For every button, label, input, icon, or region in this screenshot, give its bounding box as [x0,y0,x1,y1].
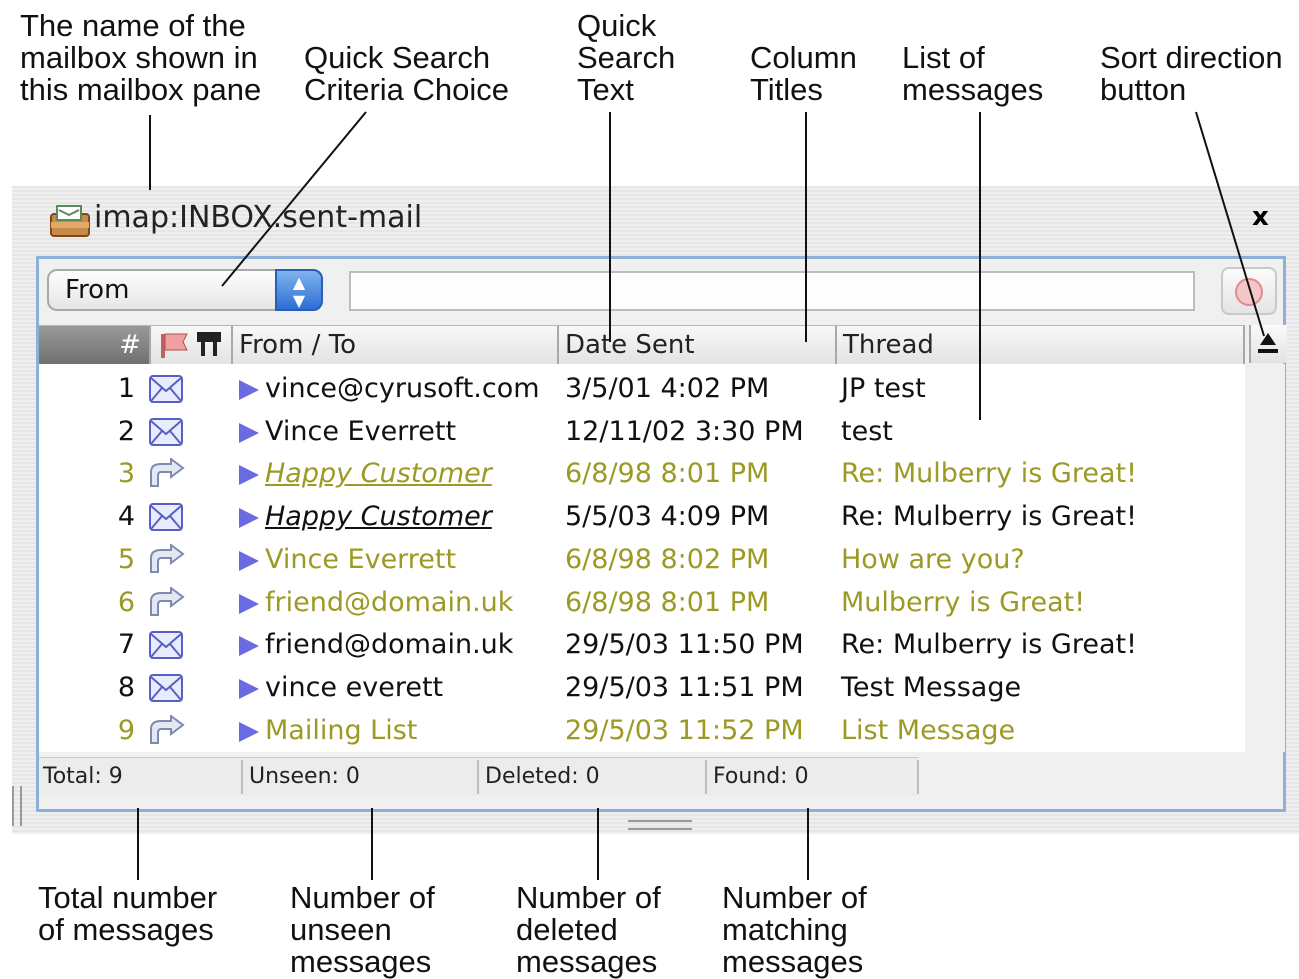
callout-leader-lines [137,111,1265,880]
